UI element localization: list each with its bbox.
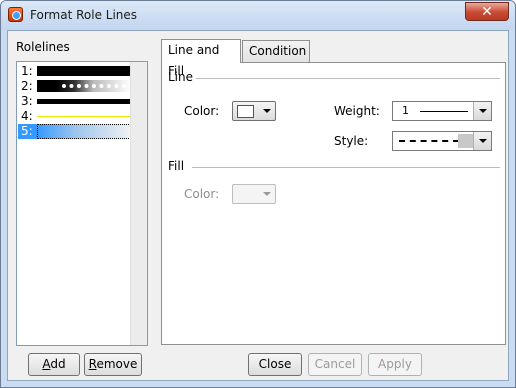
- chevron-down-icon: [263, 109, 271, 113]
- rolelines-panel: Rolelines 1: 2: 3: 4: 5:: [10, 35, 154, 347]
- fill-group-divider: [192, 167, 500, 168]
- roleline-item-4[interactable]: 4:: [18, 109, 131, 124]
- roleline-style-preview: [37, 99, 131, 104]
- dialog-client-area: Rolelines 1: 2: 3: 4: 5: Line and Fill C…: [7, 30, 509, 381]
- roleline-number: 2:: [21, 79, 33, 93]
- style-label: Style:: [334, 134, 369, 148]
- close-button[interactable]: Close: [248, 353, 302, 376]
- roleline-item-3[interactable]: 3:: [18, 94, 131, 109]
- fill-color-label: Color:: [184, 187, 220, 201]
- apply-button[interactable]: Apply: [368, 353, 422, 376]
- roleline-number: 5:: [21, 124, 33, 138]
- fill-group-label: Fill: [168, 159, 185, 173]
- style-gray-block: [458, 134, 474, 148]
- rolelines-scrollbar[interactable]: [130, 62, 147, 345]
- weight-dropdown-button[interactable]: [473, 102, 491, 120]
- style-select[interactable]: [392, 131, 492, 151]
- weight-value: 1: [402, 104, 409, 117]
- weight-preview-line: [420, 111, 468, 112]
- style-preview-dashed: [399, 140, 459, 142]
- fill-color-picker[interactable]: [232, 184, 276, 204]
- title-bar[interactable]: Format Role Lines ✕: [1, 1, 515, 30]
- roleline-style-preview: [37, 116, 131, 117]
- roleline-item-2[interactable]: 2:: [18, 79, 131, 94]
- add-button[interactable]: Add: [28, 353, 80, 376]
- roleline-item-1[interactable]: 1:: [18, 64, 131, 79]
- roleline-dots: [62, 84, 126, 88]
- color-swatch: [237, 105, 254, 118]
- chevron-down-icon: [479, 109, 487, 113]
- roleline-number: 3:: [21, 94, 33, 108]
- roleline-number: 4:: [21, 109, 33, 123]
- tabs-area: Line and Fill Condition Line Color: Weig…: [161, 39, 507, 345]
- weight-label: Weight:: [334, 104, 380, 118]
- rolelines-label: Rolelines: [16, 40, 70, 54]
- line-group-divider: [196, 78, 500, 79]
- focus-rect: [37, 124, 133, 139]
- style-dropdown-button[interactable]: [473, 132, 491, 150]
- roleline-item-5[interactable]: 5:: [18, 124, 133, 139]
- weight-select[interactable]: 1: [392, 101, 492, 121]
- roleline-style-preview: [37, 66, 131, 76]
- cancel-button[interactable]: Cancel: [308, 353, 362, 376]
- app-icon: [8, 7, 23, 22]
- remove-label-rest: emove: [96, 357, 138, 371]
- window-close-button[interactable]: ✕: [465, 2, 509, 21]
- remove-button[interactable]: Remove: [84, 353, 142, 376]
- chevron-down-icon: [263, 192, 271, 196]
- chevron-down-icon: [479, 139, 487, 143]
- line-color-picker[interactable]: [232, 101, 276, 121]
- line-color-label: Color:: [184, 104, 220, 118]
- window-title: Format Role Lines: [30, 8, 138, 22]
- roleline-number: 1:: [21, 64, 33, 78]
- line-and-fill-page: Line Color: Weight: 1 Style:: [161, 62, 506, 345]
- tab-condition[interactable]: Condition: [242, 40, 310, 62]
- tab-line-and-fill[interactable]: Line and Fill: [161, 39, 241, 78]
- rolelines-list[interactable]: 1: 2: 3: 4: 5:: [16, 61, 148, 346]
- add-label-rest: dd: [50, 357, 66, 371]
- dialog-window: Format Role Lines ✕ Rolelines 1: 2: 3: 4…: [0, 0, 516, 388]
